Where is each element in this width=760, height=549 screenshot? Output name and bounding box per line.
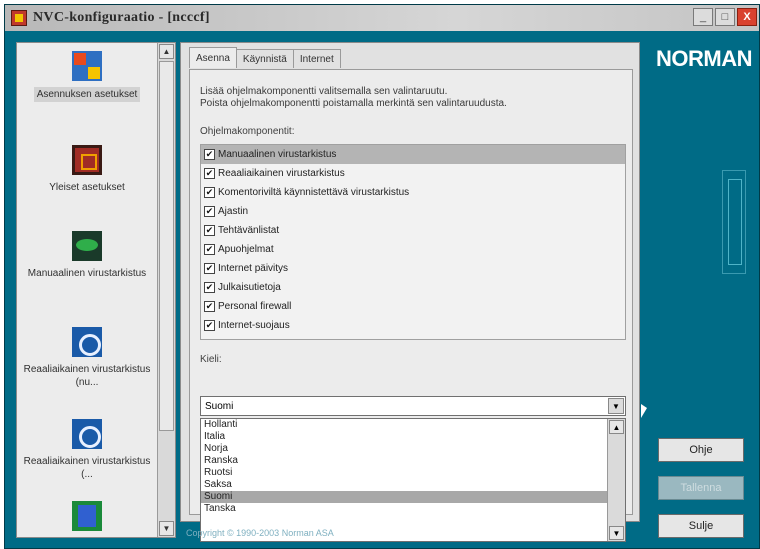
language-option[interactable]: Tanska bbox=[201, 503, 625, 515]
language-option[interactable]: Hollanti bbox=[201, 419, 625, 431]
checkbox-checked-icon[interactable]: ✔ bbox=[204, 187, 215, 198]
sidebar-item-label: Yleiset asetukset bbox=[49, 182, 125, 193]
sidebar-item-realtime-scan-1[interactable]: Reaaliaikainen virustarkistus (nu... bbox=[17, 327, 157, 389]
sidebar-item-label: Asennuksen asetukset bbox=[33, 87, 141, 102]
component-label: Apuohjelmat bbox=[218, 244, 274, 255]
settings-panel: Asenna Käynnistä Internet Lisää ohjelmak… bbox=[180, 42, 640, 542]
maximize-button[interactable]: □ bbox=[715, 8, 735, 26]
language-selected-value: Suomi bbox=[205, 400, 234, 412]
component-label: Reaaliaikainen virustarkistus bbox=[218, 168, 345, 179]
components-label: Ohjelmakomponentit: bbox=[200, 126, 295, 137]
sidebar-item-label: Reaaliaikainen virustarkistus (... bbox=[23, 456, 151, 480]
sidebar-item-manual-scan[interactable]: Manuaalinen virustarkistus bbox=[17, 231, 157, 280]
component-row[interactable]: ✔ Ajastin bbox=[201, 202, 625, 221]
component-label: Internet-suojaus bbox=[218, 320, 290, 331]
checkbox-checked-icon[interactable]: ✔ bbox=[204, 244, 215, 255]
checkbox-checked-icon[interactable]: ✔ bbox=[204, 206, 215, 217]
language-option[interactable]: Ruotsi bbox=[201, 467, 625, 479]
tab-content: Lisää ohjelmakomponentti valitsemalla se… bbox=[189, 69, 633, 542]
components-list: ✔ Manuaalinen virustarkistus ✔ Reaaliaikai… bbox=[200, 144, 626, 340]
network-icon bbox=[72, 501, 102, 531]
component-row[interactable]: ✔ Apuohjelmat bbox=[201, 240, 625, 259]
component-row[interactable]: ✔ Personal firewall bbox=[201, 297, 625, 316]
sidebar-item-label: Reaaliaikainen virustarkistus (nu... bbox=[23, 364, 151, 388]
tab-internet[interactable]: Internet bbox=[292, 49, 341, 68]
general-settings-icon bbox=[72, 145, 102, 175]
scroll-up-arrow-icon[interactable]: ▲ bbox=[159, 44, 174, 59]
decorative-panel bbox=[722, 170, 746, 274]
language-option[interactable]: Ranska bbox=[201, 455, 625, 467]
sidebar-item-label: Manuaalinen virustarkistus bbox=[27, 268, 147, 279]
window-controls: _ □ X bbox=[693, 8, 757, 26]
sidebar-item-realtime-scan-2[interactable]: Reaaliaikainen virustarkistus (... bbox=[17, 419, 157, 481]
component-row[interactable]: ✔ Tehtävänlistat bbox=[201, 221, 625, 240]
language-options-list[interactable]: Hollanti Italia Norja Ranska Ruotsi Saks… bbox=[200, 418, 626, 542]
component-label: Tehtävänlistat bbox=[218, 225, 280, 236]
scroll-down-arrow-icon[interactable]: ▼ bbox=[159, 521, 174, 536]
realtime-scan-icon bbox=[72, 419, 102, 449]
component-label: Ajastin bbox=[218, 206, 249, 217]
realtime-scan-icon bbox=[72, 327, 102, 357]
checkbox-checked-icon[interactable]: ✔ bbox=[204, 282, 215, 293]
scroll-up-arrow-icon[interactable]: ▲ bbox=[609, 420, 624, 434]
tab-startup[interactable]: Käynnistä bbox=[235, 49, 294, 68]
app-logo-icon bbox=[11, 10, 27, 26]
component-label: Internet päivitys bbox=[218, 263, 289, 274]
checkbox-checked-icon[interactable]: ✔ bbox=[204, 225, 215, 236]
component-row[interactable]: ✔ Julkaisutietoja bbox=[201, 278, 625, 297]
minimize-button[interactable]: _ bbox=[693, 8, 713, 26]
advanced-settings-icon bbox=[72, 51, 102, 81]
sidebar-scrollbar[interactable]: ▲ ▼ bbox=[157, 43, 175, 537]
instruction-line-2: Poista ohjelmakomponentti poistamalla me… bbox=[200, 98, 507, 109]
sidebar-scroll-thumb[interactable] bbox=[159, 61, 174, 431]
component-row[interactable]: ✔ Internet-suojaus bbox=[201, 316, 625, 335]
component-label: Julkaisutietoja bbox=[218, 282, 281, 293]
tab-install[interactable]: Asenna bbox=[189, 47, 237, 68]
copyright-text: Copyright © 1990-2003 Norman ASA bbox=[186, 528, 334, 538]
dropdown-arrow-icon[interactable]: ▼ bbox=[608, 398, 624, 414]
checkbox-checked-icon[interactable]: ✔ bbox=[204, 320, 215, 331]
brand-logo: NORMAN bbox=[656, 46, 753, 71]
sidebar-item-advanced-settings[interactable]: Asennuksen asetukset bbox=[17, 51, 157, 102]
checkbox-checked-icon[interactable]: ✔ bbox=[204, 301, 215, 312]
language-list-scrollbar[interactable]: ▲ ▼ bbox=[607, 419, 625, 541]
checkbox-checked-icon[interactable]: ✔ bbox=[204, 149, 215, 160]
manual-scan-icon bbox=[72, 231, 102, 261]
component-row[interactable]: ✔ Komentoriviltä käynnistettävä virustark… bbox=[201, 183, 625, 202]
instruction-line-1: Lisää ohjelmakomponentti valitsemalla se… bbox=[200, 86, 448, 97]
language-option[interactable]: Italia bbox=[201, 431, 625, 443]
tab-strip: Asenna Käynnistä Internet bbox=[189, 47, 341, 68]
scroll-down-arrow-icon[interactable]: ▼ bbox=[609, 526, 624, 540]
component-row[interactable]: ✔ Manuaalinen virustarkistus bbox=[201, 145, 625, 164]
window-title: NVC-konfiguraatio - [ncccf] bbox=[33, 10, 210, 25]
sidebar-item-general-settings[interactable]: Yleiset asetukset bbox=[17, 145, 157, 194]
language-label: Kieli: bbox=[200, 354, 222, 365]
language-option[interactable]: Norja bbox=[201, 443, 625, 455]
settings-sidebar: Asennuksen asetukset Yleiset asetukset M… bbox=[16, 42, 176, 538]
title-bar[interactable]: NVC-konfiguraatio - [ncccf] _ □ X bbox=[5, 5, 759, 31]
language-option-selected[interactable]: Suomi bbox=[201, 491, 625, 503]
component-label: Manuaalinen virustarkistus bbox=[218, 149, 337, 160]
checkbox-checked-icon[interactable]: ✔ bbox=[204, 168, 215, 179]
mouse-pointer-icon bbox=[641, 404, 647, 418]
close-window-button[interactable]: X bbox=[737, 8, 757, 26]
checkbox-checked-icon[interactable]: ✔ bbox=[204, 263, 215, 274]
language-dropdown[interactable]: Suomi ▼ bbox=[200, 396, 626, 416]
help-button[interactable]: Ohje bbox=[658, 438, 744, 462]
instructions: Lisää ohjelmakomponentti valitsemalla se… bbox=[200, 86, 507, 110]
component-row[interactable]: ✔ Internet päivitys bbox=[201, 259, 625, 278]
language-option[interactable]: Saksa bbox=[201, 479, 625, 491]
component-label: Komentoriviltä käynnistettävä virustarki… bbox=[218, 187, 410, 198]
component-row[interactable]: ✔ Reaaliaikainen virustarkistus bbox=[201, 164, 625, 183]
close-button[interactable]: Sulje bbox=[658, 514, 744, 538]
sidebar-item-network[interactable] bbox=[17, 501, 157, 537]
component-label: Personal firewall bbox=[218, 301, 292, 312]
save-button[interactable]: Tallenna bbox=[658, 476, 744, 500]
